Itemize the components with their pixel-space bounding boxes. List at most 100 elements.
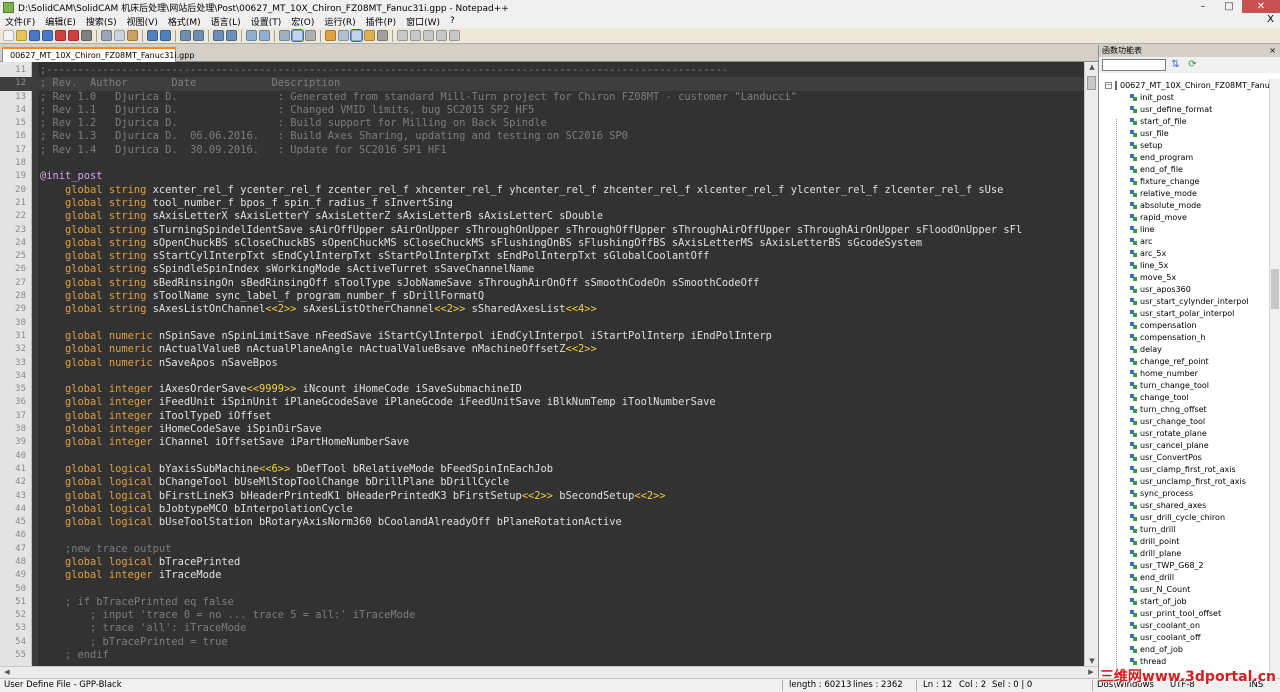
code-line[interactable]: 52 ; input 'trace 0 = no ... trace 5 = a… [0,609,1084,622]
sync-h-icon[interactable] [259,30,270,41]
menu-item[interactable]: 编辑(E) [40,15,81,28]
code-line[interactable]: 33 global numeric nSaveApos nSaveBpos [0,357,1084,370]
function-list-item[interactable]: usr_TWP_G68_2 [1099,559,1269,571]
function-list-item[interactable]: usr_drill_cycle_chiron [1099,511,1269,523]
code-line[interactable]: 31 global numeric nSpinSave nSpinLimitSa… [0,330,1084,343]
function-list-item[interactable]: turn_drill [1099,523,1269,535]
editor-horizontal-scrollbar[interactable]: ◀ ▶ [0,666,1098,678]
code-line[interactable]: 24 global string sOpenChuckBS sCloseChuc… [0,237,1084,250]
code-line[interactable]: 12 ; Rev. Author Date Description [0,77,1084,91]
menu-item[interactable]: 语言(L) [206,15,246,28]
save-icon[interactable] [29,30,40,41]
code-line[interactable]: 19 @init_post [0,170,1084,183]
cut-icon[interactable] [101,30,112,41]
function-list-item[interactable]: usr_print_tool_offset [1099,607,1269,619]
function-list-item[interactable]: usr_coolant_off [1099,631,1269,643]
code-editor[interactable]: 11 ;-------------------------------------… [0,62,1098,666]
menu-item[interactable]: 插件(P) [361,15,401,28]
function-list-item[interactable]: usr_N_Count [1099,583,1269,595]
copy-icon[interactable] [114,30,125,41]
code-line[interactable]: 43 global logical bFirstLineK3 bHeaderPr… [0,490,1084,503]
code-area[interactable]: 11 ;-------------------------------------… [0,64,1084,662]
code-line[interactable]: 11 ;-------------------------------------… [0,64,1084,77]
code-line[interactable]: 29 global string sAxesListOnChannel<<2>>… [0,303,1084,316]
close-document-button[interactable]: X [1267,14,1274,25]
function-list-item[interactable]: turn_chng_offset [1099,403,1269,415]
refresh-icon[interactable]: ⟳ [1187,59,1198,70]
stop-record-icon[interactable] [410,30,421,41]
code-line[interactable]: 13 ; Rev 1.0 Djurica D. : Generated from … [0,91,1084,104]
code-line[interactable]: 21 global string tool_number_f bpos_f sp… [0,197,1084,210]
function-list-item[interactable]: end_of_file [1099,163,1269,175]
code-line[interactable]: 49 global integer iTraceMode [0,569,1084,582]
maximize-button[interactable]: □ [1216,0,1242,13]
function-list-item[interactable]: usr_coolant_on [1099,619,1269,631]
function-list-item[interactable]: end_drill [1099,571,1269,583]
code-line[interactable]: 23 global string sTurningSpindelIdentSav… [0,224,1084,237]
undo-icon[interactable] [147,30,158,41]
function-list-item[interactable]: usr_shared_axes [1099,499,1269,511]
code-line[interactable]: 32 global numeric nActualValueB nActualP… [0,343,1084,356]
function-list-item[interactable]: drill_plane [1099,547,1269,559]
menu-item[interactable]: 视图(V) [122,15,163,28]
function-list-item[interactable]: usr_define_format [1099,103,1269,115]
play-macro-icon[interactable] [423,30,434,41]
function-list-item[interactable]: arc [1099,235,1269,247]
function-list-item[interactable]: sync_process [1099,487,1269,499]
scroll-down-arrow-icon[interactable]: ▼ [1085,657,1098,665]
close-panel-button[interactable]: × [1269,45,1276,57]
wrap-icon[interactable] [279,30,290,41]
code-line[interactable]: 16 ; Rev 1.3 Djurica D. 06.06.2016. : Bui… [0,130,1084,143]
function-list-item[interactable]: drill_point [1099,535,1269,547]
run-macro-icon[interactable] [436,30,447,41]
save-all-icon[interactable] [42,30,53,41]
sync-v-icon[interactable] [246,30,257,41]
record-macro-icon[interactable] [397,30,408,41]
scroll-thumb[interactable] [1087,76,1096,90]
function-list-item[interactable]: change_ref_point [1099,355,1269,367]
zoom-out-icon[interactable] [226,30,237,41]
print-icon[interactable] [81,30,92,41]
doc-map-icon[interactable] [338,30,349,41]
function-list-item[interactable]: usr_rotate_plane [1099,427,1269,439]
code-line[interactable]: 15 ; Rev 1.2 Djurica D. : Build support f… [0,117,1084,130]
code-line[interactable]: 54 ; bTracePrinted = true [0,636,1084,649]
minimize-button[interactable]: – [1190,0,1216,13]
function-list-item[interactable]: line [1099,223,1269,235]
redo-icon[interactable] [160,30,171,41]
function-list-item[interactable]: usr_apos360 [1099,283,1269,295]
code-line[interactable]: 27 global string sBedRinsingOn sBedRinsi… [0,277,1084,290]
function-list-item[interactable]: change_tool [1099,391,1269,403]
code-line[interactable]: 17 ; Rev 1.4 Djurica D. 30.09.2016. : Upd… [0,144,1084,157]
function-list-icon[interactable] [350,29,363,42]
function-list-item[interactable]: relative_mode [1099,187,1269,199]
code-line[interactable]: 50 [0,583,1084,596]
code-line[interactable]: 39 global integer iChannel iOffsetSave i… [0,436,1084,449]
function-list-item[interactable]: usr_cancel_plane [1099,439,1269,451]
function-list-item[interactable]: end_of_job [1099,643,1269,655]
function-list-item[interactable]: usr_file [1099,127,1269,139]
code-line[interactable]: 53 ; trace 'all': iTraceMode [0,622,1084,635]
function-list-item[interactable]: end_program [1099,151,1269,163]
menu-item[interactable]: 设置(T) [246,15,287,28]
code-line[interactable]: 42 global logical bChangeTool bUseMlStop… [0,476,1084,489]
code-line[interactable]: 36 global integer iFeedUnit iSpinUnit iP… [0,396,1084,409]
close-window-button[interactable]: ✕ [1242,0,1280,13]
function-search-input[interactable] [1102,59,1166,71]
collapse-icon[interactable]: − [1105,81,1112,89]
code-line[interactable]: 51 ; if bTracePrinted eq false [0,596,1084,609]
menu-item[interactable]: 搜索(S) [81,15,122,28]
code-line[interactable]: 35 global integer iAxesOrderSave<<9999>>… [0,383,1084,396]
function-list-item[interactable]: move_5x [1099,271,1269,283]
tab-active-file[interactable]: 00627_MT_10X_Chiron_FZ08MT_Fanuc31i.gpp [2,47,194,62]
replace-icon[interactable] [193,30,204,41]
function-list-item[interactable]: setup [1099,139,1269,151]
panel-scroll-thumb[interactable] [1271,269,1279,309]
function-list-item[interactable]: usr_unclamp_first_rot_axis [1099,475,1269,487]
code-line[interactable]: 20 global string xcenter_rel_f ycenter_r… [0,184,1084,197]
function-list-item[interactable]: compensation_h [1099,331,1269,343]
find-icon[interactable] [180,30,191,41]
zoom-in-icon[interactable] [213,30,224,41]
code-line[interactable]: 44 global logical bJobtypeMCO bInterpola… [0,503,1084,516]
open-file-icon[interactable] [16,30,27,41]
